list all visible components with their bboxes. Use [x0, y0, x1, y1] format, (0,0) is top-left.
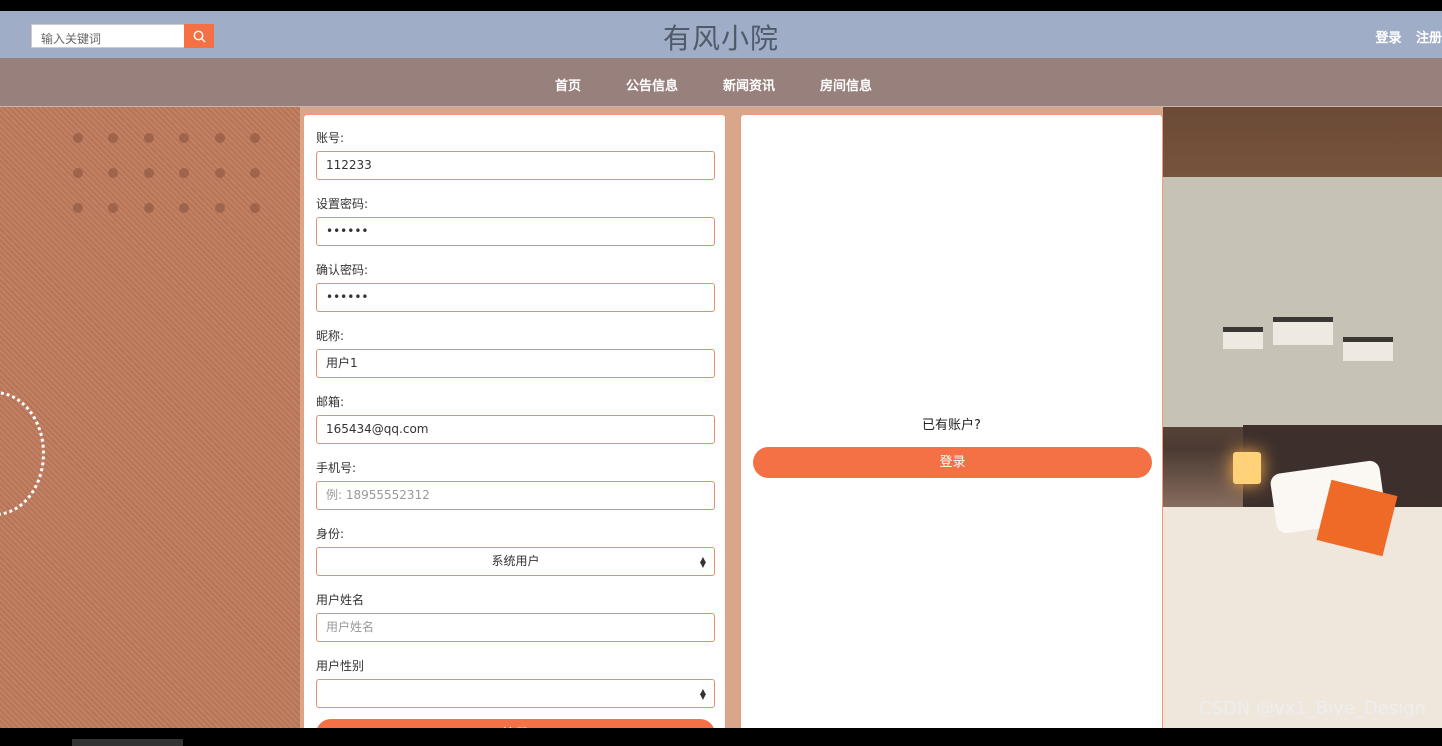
select-arrows-icon: ▲ ▼ [699, 687, 706, 701]
role-label: 身份: [316, 527, 345, 541]
nav-item-home[interactable]: 首页 [555, 75, 581, 94]
confirm-password-input[interactable]: •••••• [316, 283, 715, 312]
register-form-panel: 账号: 112233 设置密码: •••••• 确认密码: •••••• 昵称:… [303, 114, 726, 728]
background-hotel-room-image [1163, 107, 1442, 728]
has-account-text: 已有账户? [922, 418, 981, 433]
gender-label: 用户性别 [316, 659, 365, 673]
bed [1163, 507, 1442, 728]
email-input[interactable]: 165434@qq.com [316, 415, 715, 444]
nickname-label: 昵称: [316, 329, 345, 343]
site-title: 有风小院 [662, 22, 779, 55]
nav-item-announcements[interactable]: 公告信息 [626, 75, 678, 94]
nickname-input[interactable]: 用户1 [316, 349, 715, 378]
register-submit-button[interactable]: 注册 [316, 719, 715, 728]
account-label: 账号: [316, 131, 345, 145]
role-select-value: 系统用户 [491, 554, 540, 568]
background-left-texture [0, 107, 300, 728]
real-name-label: 用户姓名 [316, 593, 365, 607]
login-button[interactable]: 登录 [753, 447, 1152, 478]
wall-mural [1163, 177, 1442, 427]
phone-input[interactable]: 例: 18955552312 [316, 481, 715, 510]
nav-item-rooms[interactable]: 房间信息 [820, 75, 872, 94]
auth-links: 登录 注册 [1365, 27, 1442, 46]
login-link[interactable]: 登录 [1375, 31, 1401, 46]
gender-select[interactable]: ▲ ▼ [316, 679, 715, 708]
mural-house [1343, 337, 1393, 361]
bottom-strip [0, 728, 1442, 746]
email-label: 邮箱: [316, 395, 345, 409]
role-select[interactable]: 系统用户 ▲ ▼ [316, 547, 715, 576]
register-link[interactable]: 注册 [1416, 31, 1442, 46]
lamp-icon [1233, 452, 1261, 484]
taskbar-tab [72, 739, 183, 746]
nav-item-news[interactable]: 新闻资讯 [723, 75, 775, 94]
mural-house [1223, 327, 1263, 349]
confirm-password-label: 确认密码: [316, 263, 369, 277]
phone-label: 手机号: [316, 461, 357, 475]
password-input[interactable]: •••••• [316, 217, 715, 246]
account-input[interactable]: 112233 [316, 151, 715, 180]
main-nav: 首页 公告信息 新闻资讯 房间信息 [0, 58, 1442, 107]
mural-house [1273, 317, 1333, 345]
real-name-input[interactable]: 用户姓名 [316, 613, 715, 642]
login-prompt-panel: 已有账户? 登录 [740, 114, 1163, 728]
top-header: 输入关键词 有风小院 登录 注册 [0, 11, 1442, 58]
page: 输入关键词 有风小院 登录 注册 首页 公告信息 新闻资讯 房间信息 账号: 1… [0, 11, 1442, 728]
select-arrows-icon: ▲ ▼ [699, 555, 706, 569]
password-label: 设置密码: [316, 197, 369, 211]
watermark: CSDN @vx1_Biye_Design [1198, 698, 1426, 719]
